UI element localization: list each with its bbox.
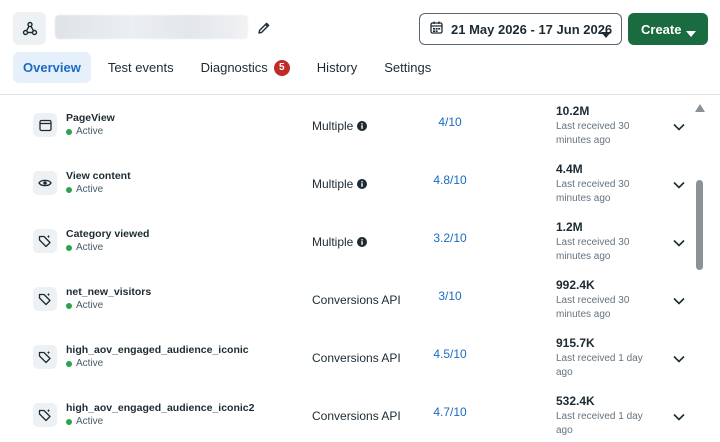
event-status: Active (66, 358, 103, 369)
tab-overview[interactable]: Overview (13, 52, 91, 83)
scroll-up-arrow-icon[interactable] (695, 99, 705, 117)
event-source: Conversions API (312, 409, 401, 423)
event-status: Active (66, 184, 103, 195)
header: 21 May 2026 - 17 Jun 2026 Create Overvie… (0, 0, 720, 95)
chevron-down-icon[interactable] (671, 351, 687, 367)
event-row[interactable]: high_aov_engaged_audience_iconic2 Active… (0, 390, 694, 442)
tab-bar: Overview Test events Diagnostics 5 Histor… (13, 52, 431, 83)
event-match-quality-score[interactable]: 3/10 (420, 289, 480, 303)
event-row[interactable]: net_new_visitors Active Conversions API … (0, 274, 694, 332)
chevron-down-icon[interactable] (671, 235, 687, 251)
info-icon[interactable] (357, 179, 368, 189)
event-last-received: Last received 30 minutes ago (556, 237, 630, 262)
status-dot (66, 186, 72, 193)
eye-icon (33, 171, 57, 195)
event-match-quality-score[interactable]: 4/10 (420, 115, 480, 129)
event-count: 915.7K (556, 336, 595, 350)
event-row[interactable]: high_aov_engaged_audience_iconic Active … (0, 332, 694, 390)
chevron-down-icon[interactable] (671, 177, 687, 193)
pixel-name-redacted (55, 15, 248, 39)
event-row[interactable]: View content Active Multiple 4.8/10 4.4M… (0, 158, 694, 216)
event-name: View content (66, 170, 131, 182)
event-name: PageView (66, 112, 115, 124)
calendar-icon (430, 21, 443, 37)
event-status: Active (66, 242, 103, 253)
event-status: Active (66, 126, 103, 137)
event-count: 1.2M (556, 220, 583, 234)
event-list: PageView Active Multiple 4/10 10.2M Last… (0, 96, 694, 442)
event-name: high_aov_engaged_audience_iconic (66, 344, 249, 356)
event-last-received: Last received 1 day ago (556, 353, 643, 378)
browser-window-icon (33, 113, 57, 137)
event-status: Active (66, 300, 103, 311)
chevron-down-icon[interactable] (671, 409, 687, 425)
status-dot (66, 418, 72, 425)
event-source: Multiple (312, 235, 368, 249)
event-source: Multiple (312, 119, 368, 133)
status-dot (66, 360, 72, 367)
event-match-quality-score[interactable]: 4.7/10 (420, 405, 480, 419)
event-count: 532.4K (556, 394, 595, 408)
event-last-received: Last received 30 minutes ago (556, 179, 630, 204)
chevron-down-icon[interactable] (671, 293, 687, 309)
scrollbar[interactable] (694, 96, 706, 442)
chevron-down-icon[interactable] (671, 119, 687, 135)
custom-tag-icon (33, 403, 57, 427)
pixel-network-icon[interactable] (13, 12, 46, 45)
status-dot (66, 302, 72, 309)
tab-settings[interactable]: Settings (384, 52, 431, 83)
event-source: Conversions API (312, 293, 401, 307)
custom-tag-icon (33, 345, 57, 369)
event-source: Multiple (312, 177, 368, 191)
info-icon[interactable] (357, 237, 368, 247)
status-dot (66, 128, 72, 135)
event-match-quality-score[interactable]: 4.5/10 (420, 347, 480, 361)
diagnostics-count-badge: 5 (273, 59, 290, 76)
custom-tag-icon (33, 229, 57, 253)
event-name: high_aov_engaged_audience_iconic2 (66, 402, 255, 414)
event-match-quality-score[interactable]: 4.8/10 (420, 173, 480, 187)
tab-history[interactable]: History (317, 52, 357, 83)
date-range-label: 21 May 2026 - 17 Jun 2026 (451, 21, 613, 37)
custom-tag-icon (33, 287, 57, 311)
create-button-label: Create (641, 21, 682, 37)
event-row[interactable]: Category viewed Active Multiple 3.2/10 1… (0, 216, 694, 274)
date-range-picker[interactable]: 21 May 2026 - 17 Jun 2026 (419, 13, 622, 45)
event-status: Active (66, 416, 103, 427)
event-last-received: Last received 1 day ago (556, 411, 643, 436)
status-dot (66, 244, 72, 251)
event-count: 992.4K (556, 278, 595, 292)
tab-test-events[interactable]: Test events (108, 52, 174, 83)
event-name: net_new_visitors (66, 286, 152, 298)
info-icon[interactable] (357, 121, 368, 131)
tab-diagnostics[interactable]: Diagnostics 5 (201, 52, 290, 83)
event-count: 4.4M (556, 162, 583, 176)
event-match-quality-score[interactable]: 3.2/10 (420, 231, 480, 245)
caret-down-icon (686, 25, 696, 40)
event-source: Conversions API (312, 351, 401, 365)
pencil-icon[interactable] (255, 19, 273, 37)
event-count: 10.2M (556, 104, 590, 118)
event-last-received: Last received 30 minutes ago (556, 295, 630, 320)
caret-down-icon (601, 26, 611, 41)
scrollbar-thumb[interactable] (696, 180, 703, 270)
create-button[interactable]: Create (628, 13, 708, 45)
event-last-received: Last received 30 minutes ago (556, 121, 630, 146)
event-name: Category viewed (66, 228, 150, 240)
event-row[interactable]: PageView Active Multiple 4/10 10.2M Last… (0, 100, 694, 158)
